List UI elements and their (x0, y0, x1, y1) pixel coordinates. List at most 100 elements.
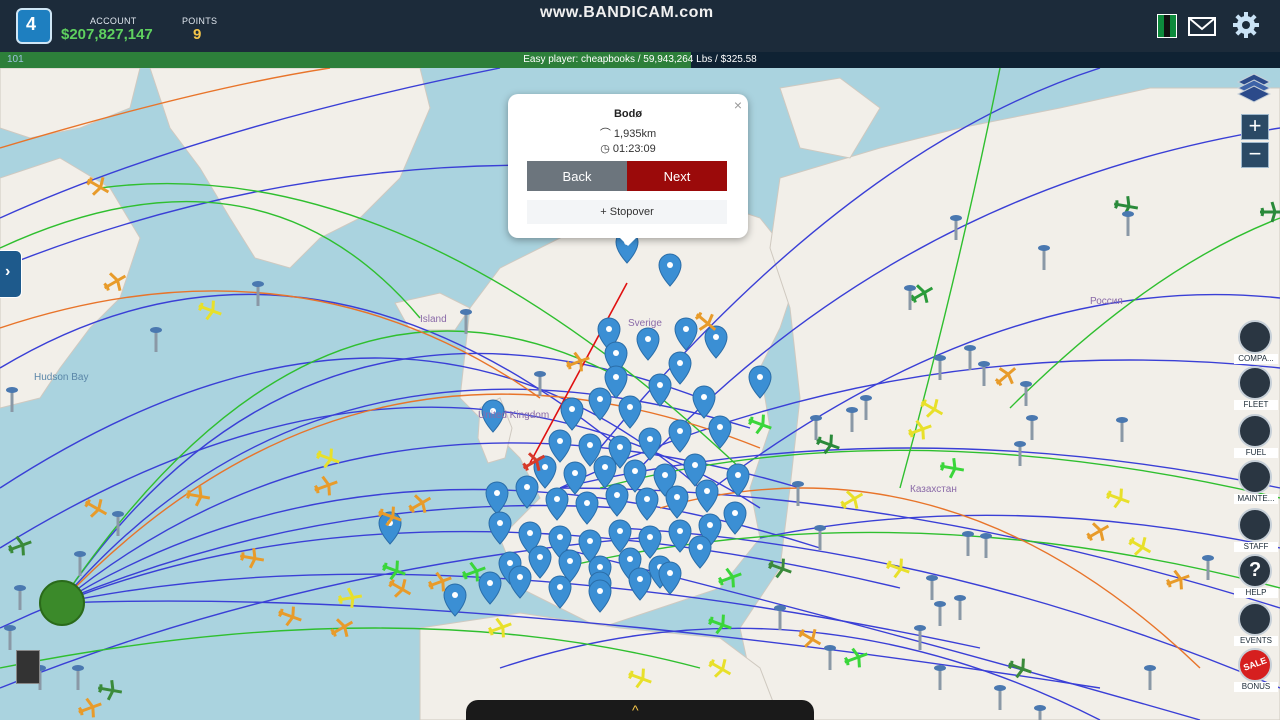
airplane-icon[interactable] (81, 493, 112, 522)
stopover-button[interactable]: + Stopover (527, 200, 727, 224)
airport-marker-dot (613, 350, 619, 356)
points-value: 9 (193, 26, 202, 43)
airport-marker-dot (557, 534, 563, 540)
airport-pin-head (74, 551, 86, 557)
airport-marker-dot (572, 470, 578, 476)
popup-distance: 1,935km (613, 128, 657, 140)
app-logo[interactable]: 4 (16, 8, 52, 44)
sidebar-toggle-button[interactable]: › (0, 250, 22, 298)
airport-pin-head (1034, 705, 1046, 711)
airport-marker-dot (597, 396, 603, 402)
trophy-icon (1238, 602, 1272, 636)
airplane-icon[interactable] (184, 484, 211, 508)
zoom-out-button[interactable]: − (1241, 142, 1269, 168)
airport-marker[interactable] (478, 571, 502, 605)
airport-pin-head (112, 511, 124, 517)
airplane-icon[interactable] (195, 296, 224, 323)
airport-marker-dot (637, 576, 643, 582)
airport-marker-dot (692, 462, 698, 468)
airplane-icon[interactable] (96, 678, 123, 702)
airport-marker-dot (527, 530, 533, 536)
airplane-icon[interactable] (311, 472, 340, 499)
airport-marker-dot (452, 592, 458, 598)
layers-icon[interactable] (1236, 72, 1272, 104)
airport-pin-head (1122, 211, 1134, 217)
airplane-shape (315, 448, 340, 469)
airplane-icon[interactable] (75, 694, 104, 720)
airport-pin-head (4, 625, 16, 631)
back-button[interactable]: Back (527, 161, 627, 191)
airport-pin-head (962, 531, 974, 537)
airport-marker-dot (717, 424, 723, 430)
airport-pin (814, 418, 818, 440)
flag-icon[interactable] (1157, 14, 1177, 38)
airport-marker-dot (554, 496, 560, 502)
menu-item-wrench[interactable]: MAINTE... (1234, 460, 1278, 506)
airplane-shape (388, 578, 412, 598)
menu-item-globe[interactable]: FLEET (1234, 366, 1278, 412)
airplane-shape (77, 697, 102, 718)
map-label-island: Island (420, 314, 447, 325)
airport-marker-dot (704, 488, 710, 494)
airport-pin (998, 688, 1002, 710)
airport-marker-dot (697, 544, 703, 550)
airport-pin (10, 390, 14, 412)
airport-pin-head (810, 415, 822, 421)
menu-item-company[interactable]: COMPA... (1234, 320, 1278, 366)
airport-marker-dot (667, 262, 673, 268)
airport-pin (966, 534, 970, 556)
airplane-icon[interactable] (385, 573, 416, 602)
sale-icon: SALE (1238, 648, 1272, 682)
airport-pin-head (1020, 381, 1032, 387)
airport-marker[interactable] (508, 565, 532, 599)
airport-pin-head (978, 361, 990, 367)
menu-item-sale[interactable]: SALE BONUS (1234, 648, 1278, 694)
airport-pin (18, 588, 22, 610)
logo-text: 4 (26, 14, 37, 34)
airport-marker-dot (497, 520, 503, 526)
menu-item-label: FLEET (1234, 400, 1278, 410)
stopover-label: Stopover (609, 206, 654, 218)
airplane-icon[interactable] (275, 602, 304, 629)
route-popup: × Bodø ⌒ 1,935km ◷ 01:23:09 Back Next + … (508, 94, 748, 246)
airport-marker-dot (627, 404, 633, 410)
airport-marker-dot (487, 580, 493, 586)
menu-item-help[interactable]: ? HELP (1234, 554, 1278, 600)
mail-icon[interactable] (1188, 12, 1216, 40)
menu-item-trophy[interactable]: EVENTS (1234, 602, 1278, 648)
airport-pin-head (954, 595, 966, 601)
airplane-icon[interactable] (705, 610, 734, 637)
airport-marker-dot (567, 558, 573, 564)
zoom-in-button[interactable]: + (1241, 114, 1269, 140)
airport-pin (984, 536, 988, 558)
greenland-land (149, 68, 431, 269)
hub-marker[interactable] (39, 580, 85, 626)
airport-marker-dot (517, 574, 523, 580)
airport-pin-head (792, 481, 804, 487)
menu-item-gauge[interactable]: STAFF (1234, 508, 1278, 554)
map-label-uk: United Kingdom (478, 410, 550, 421)
gear-icon[interactable] (1232, 11, 1260, 39)
airport-pin-head (774, 605, 786, 611)
points-label: POINTS (182, 16, 218, 26)
airport-pin (864, 398, 868, 420)
airport-pin (918, 628, 922, 650)
next-button[interactable]: Next (627, 161, 727, 191)
airport-pin-head (934, 665, 946, 671)
account-value: $207,827,147 (61, 26, 153, 43)
airport-pin-head (14, 585, 26, 591)
menu-item-fuel[interactable]: FUEL (1234, 414, 1278, 460)
side-control[interactable] (16, 650, 40, 684)
airplane-icon[interactable] (405, 489, 436, 518)
airport-pin-head (1026, 415, 1038, 421)
airport-marker-dot (662, 472, 668, 478)
airport-marker-dot (597, 564, 603, 570)
bottom-drawer-tab[interactable]: ^ (466, 700, 814, 720)
airport-marker[interactable] (485, 481, 509, 515)
airport-pin (930, 578, 934, 600)
airport-pin (1120, 420, 1124, 442)
clock-icon: ◷ (600, 143, 613, 155)
airport-marker-dot (617, 528, 623, 534)
airplane-icon[interactable] (313, 444, 342, 471)
airport-marker-dot (614, 492, 620, 498)
